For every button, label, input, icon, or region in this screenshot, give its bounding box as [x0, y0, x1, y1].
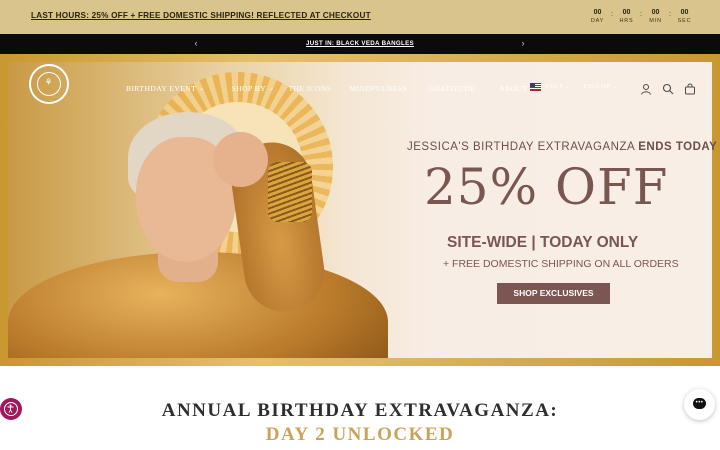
promo-link[interactable]: LAST HOURS: 25% OFF + FREE DOMESTIC SHIP…: [31, 11, 371, 20]
hero-subheadline: SITE-WIDE | TODAY ONLY: [447, 234, 639, 251]
countdown-days: 00 DAY :: [583, 8, 613, 25]
countdown-minutes-label: MIN: [649, 18, 662, 24]
announcement-link[interactable]: JUST IN: BLACK VEDA BANGLES: [0, 40, 720, 47]
search-icon[interactable]: [662, 83, 674, 95]
nav-item-mindfulness[interactable]: MINDFULNESS: [350, 84, 408, 93]
cart-icon[interactable]: [684, 83, 696, 95]
accessibility-button[interactable]: [0, 398, 22, 420]
nav-item-label: MINDFULNESS: [349, 84, 408, 93]
language-selector[interactable]: ENGLISH ⌄: [584, 84, 618, 90]
countdown-hours-value: 00: [622, 9, 631, 16]
nav-item-label: BIRTHDAY EVENT: [126, 84, 197, 93]
hero-kicker-text: JESSICA'S BIRTHDAY EXTRAVAGANZA: [407, 141, 639, 153]
logo-glyph-icon: ⚘: [44, 78, 53, 88]
main-nav: BIRTHDAY EVENT ⌄ SHOP BY ⌄ THE ICONS MIN…: [126, 84, 527, 93]
countdown-minutes-value: 00: [651, 9, 660, 16]
us-flag-icon: [530, 83, 541, 91]
nav-item-the-icons[interactable]: THE ICONS: [288, 84, 331, 93]
countdown-minutes: 00 MIN :: [641, 8, 671, 25]
nav-item-label: THE ICONS: [288, 84, 332, 93]
section-subtitle: DAY 2 UNLOCKED: [265, 424, 455, 445]
nav-item-birthday-event[interactable]: BIRTHDAY EVENT ⌄: [126, 84, 205, 93]
nav-item-about[interactable]: ABOUT: [499, 84, 527, 93]
nav-item-label: GRATITUDE: [429, 84, 476, 93]
countdown-timer: 00 DAY : 00 HRS : 00 MIN : 00 SEC: [583, 8, 699, 25]
shop-exclusives-button[interactable]: SHOP EXCLUSIVES: [497, 283, 610, 304]
account-icon[interactable]: [640, 83, 652, 95]
nav-item-label: SHOP BY: [231, 84, 267, 93]
chevron-down-icon: ⌄: [564, 85, 570, 90]
chevron-down-icon: ⌄: [613, 85, 618, 90]
chevron-right-icon[interactable]: ›: [517, 38, 529, 48]
model-hand: [213, 132, 268, 187]
countdown-hours: 00 HRS :: [612, 8, 642, 25]
hero-headline: 25% OFF: [424, 158, 669, 216]
chevron-down-icon: ⌄: [269, 86, 275, 92]
currency-selector[interactable]: USD $ ⌄: [545, 84, 570, 90]
chat-dots: •••: [695, 400, 704, 406]
countdown-days-value: 00: [593, 9, 602, 16]
currency-label: USD $: [545, 84, 563, 90]
countdown-seconds-label: SEC: [677, 18, 692, 24]
nav-item-label: ABOUT: [499, 84, 528, 93]
countdown-hours-label: HRS: [619, 18, 634, 24]
accessibility-icon: [4, 402, 18, 416]
chevron-down-icon: ⌄: [199, 86, 205, 92]
hero-shipping-note: + FREE DOMESTIC SHIPPING ON ALL ORDERS: [443, 258, 679, 270]
countdown-seconds: 00 SEC: [670, 8, 699, 25]
chat-button[interactable]: •••: [684, 389, 715, 420]
nav-item-gratitude[interactable]: GRATITUDE: [429, 84, 475, 93]
hero-kicker-bold: ENDS TODAY: [638, 141, 718, 153]
announcement-bar: ‹ JUST IN: BLACK VEDA BANGLES ›: [0, 34, 720, 54]
logo-emblem: ⚘: [37, 72, 61, 96]
nav-item-shop-by[interactable]: SHOP BY ⌄: [232, 84, 275, 93]
locale-selectors: USD $ ⌄ ENGLISH ⌄: [530, 83, 618, 91]
section-title: ANNUAL BIRTHDAY EXTRAVAGANZA:: [161, 400, 559, 421]
promo-bar: LAST HOURS: 25% OFF + FREE DOMESTIC SHIP…: [0, 0, 720, 34]
language-label: ENGLISH: [583, 84, 612, 90]
hero-kicker: JESSICA'S BIRTHDAY EXTRAVAGANZA ENDS TOD…: [407, 141, 717, 153]
brand-logo[interactable]: ⚘: [29, 64, 69, 104]
chat-icon: •••: [693, 398, 706, 409]
countdown-seconds-value: 00: [680, 9, 689, 16]
countdown-days-label: DAY: [590, 18, 605, 24]
bangles-stack: [268, 162, 312, 222]
